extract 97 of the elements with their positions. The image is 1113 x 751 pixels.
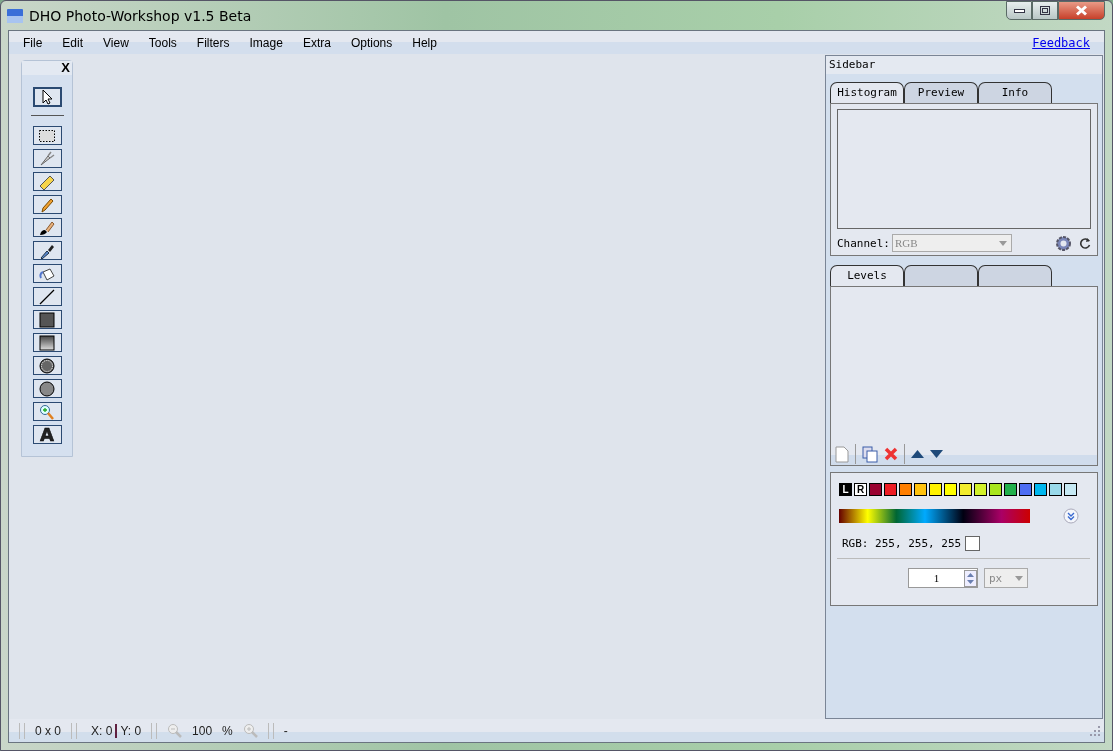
spin-arrows-icon <box>964 569 977 587</box>
tool-button[interactable] <box>32 149 62 168</box>
filled-square-icon <box>38 311 56 328</box>
color-swatch[interactable] <box>1064 483 1077 496</box>
diagonal-line-icon <box>38 288 56 305</box>
dropdown-value: px <box>989 571 1003 585</box>
color-swatch[interactable] <box>929 483 942 496</box>
tool-button[interactable] <box>32 241 62 260</box>
maximize-button[interactable] <box>1032 1 1058 20</box>
color-swatch[interactable]: L <box>839 483 852 496</box>
image-size-label: 0 x 0 <box>35 723 61 738</box>
color-swatch[interactable] <box>1049 483 1062 496</box>
color-swatch[interactable] <box>1004 483 1017 496</box>
tool-button[interactable] <box>32 402 62 421</box>
zoom-in-icon <box>242 723 258 738</box>
tool-button[interactable] <box>32 287 62 306</box>
tool-button[interactable] <box>32 218 62 237</box>
color-swatch[interactable] <box>959 483 972 496</box>
pencil-icon <box>38 196 56 213</box>
zoom-out-icon <box>167 723 183 738</box>
filled-circle-icon <box>38 380 56 397</box>
color-swatch[interactable] <box>1034 483 1047 496</box>
tab[interactable]: Histogram <box>830 82 904 103</box>
tool-button[interactable] <box>32 126 62 145</box>
dropdown-arrow-icon <box>1015 575 1023 581</box>
gear-icon <box>1055 234 1072 252</box>
maximize-icon <box>1040 6 1050 15</box>
color-swatch[interactable] <box>974 483 987 496</box>
color-swatch[interactable]: R <box>854 483 867 496</box>
up-triangle-icon <box>911 450 924 458</box>
ruler-icon <box>38 173 56 190</box>
tool-button[interactable] <box>32 264 62 283</box>
eyedropper-icon <box>38 242 56 259</box>
close-icon <box>1075 5 1088 16</box>
window-title: DHO Photo-Workshop v1.5 Beta <box>29 7 252 24</box>
color-swatch[interactable] <box>1019 483 1032 496</box>
color-swatch[interactable] <box>869 483 882 496</box>
tool-button[interactable] <box>32 310 62 329</box>
sidebar-title: Sidebar <box>826 56 1102 74</box>
rgb-value-label: RGB: 255, 255, 255 <box>842 537 962 550</box>
dropdown-arrow-icon <box>999 240 1007 246</box>
color-swatch[interactable] <box>989 483 1002 496</box>
down-triangle-icon <box>930 450 943 458</box>
refresh-icon <box>1079 237 1091 249</box>
text-tool-icon: A <box>40 426 54 443</box>
tab[interactable]: Preview <box>904 82 978 103</box>
minimize-button[interactable] <box>1006 1 1032 20</box>
size-spinbox[interactable]: 1 <box>908 568 978 588</box>
copy-pages-icon <box>862 445 878 463</box>
menu-item[interactable]: Image <box>242 35 290 50</box>
menu-item[interactable]: Edit <box>55 35 91 50</box>
x-coordinate-label: X: 0 <box>91 723 113 738</box>
menu-item[interactable]: Options <box>343 35 400 50</box>
menu-item[interactable]: File <box>16 35 50 50</box>
delete-x-icon <box>884 447 898 461</box>
menu-item[interactable]: Extra <box>295 35 338 50</box>
dashed-rectangle-icon <box>38 127 56 144</box>
tool-button[interactable]: A <box>32 425 62 444</box>
tool-button[interactable] <box>32 333 62 352</box>
dropdown-value: RGB <box>895 237 918 249</box>
percent-label: % <box>222 723 233 738</box>
zoom-value-label: 100 <box>192 723 213 738</box>
tool-button[interactable] <box>32 172 62 191</box>
resize-grip-icon <box>1090 725 1100 736</box>
blank-page-icon <box>835 445 849 463</box>
paint-bucket-icon <box>38 265 56 282</box>
cutter-icon <box>38 150 56 167</box>
tab[interactable] <box>904 265 978 286</box>
tool-button[interactable] <box>32 379 62 398</box>
menu-item[interactable]: Filters <box>189 35 237 50</box>
feedback-link[interactable]: Feedback <box>1032 35 1090 50</box>
status-info-label: - <box>283 723 288 738</box>
minimize-icon <box>1013 8 1025 13</box>
tab[interactable]: Info <box>978 82 1052 103</box>
menu-item[interactable]: View <box>96 35 136 50</box>
color-spectrum[interactable] <box>839 509 1030 523</box>
app-icon <box>7 7 23 24</box>
tab[interactable] <box>978 265 1052 286</box>
brush-icon <box>38 219 56 236</box>
tool-button[interactable] <box>32 356 62 375</box>
magnifier-icon <box>38 403 56 420</box>
tool-button[interactable] <box>32 87 62 107</box>
channel-label: Channel: <box>837 236 890 250</box>
color-swatch[interactable] <box>884 483 897 496</box>
color-swatch[interactable] <box>899 483 912 496</box>
menu-item[interactable]: Help <box>405 35 444 50</box>
tab[interactable]: Levels <box>830 265 904 286</box>
menu-item[interactable]: Tools <box>141 35 184 50</box>
tool-button[interactable] <box>32 195 62 214</box>
color-preview <box>965 536 981 551</box>
gradient-square-icon <box>38 334 56 351</box>
color-swatch[interactable] <box>944 483 957 496</box>
y-coordinate-label: Y: 0 <box>120 723 142 738</box>
close-button[interactable] <box>1058 1 1105 20</box>
circle-icon <box>38 357 56 374</box>
color-swatch[interactable] <box>914 483 927 496</box>
expand-chevron-icon <box>1063 508 1079 524</box>
